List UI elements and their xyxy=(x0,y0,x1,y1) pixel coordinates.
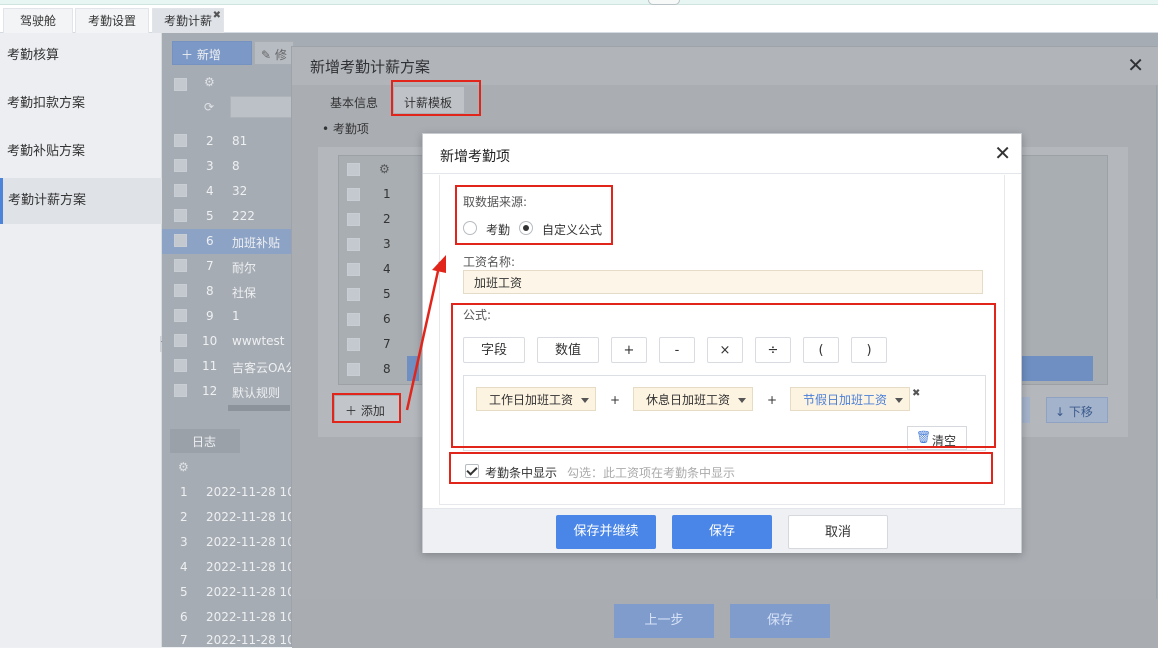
arrow-head xyxy=(432,255,446,273)
annotation-arrow xyxy=(405,255,446,411)
arrow-line xyxy=(405,261,442,411)
top-handle[interactable] xyxy=(648,0,680,5)
